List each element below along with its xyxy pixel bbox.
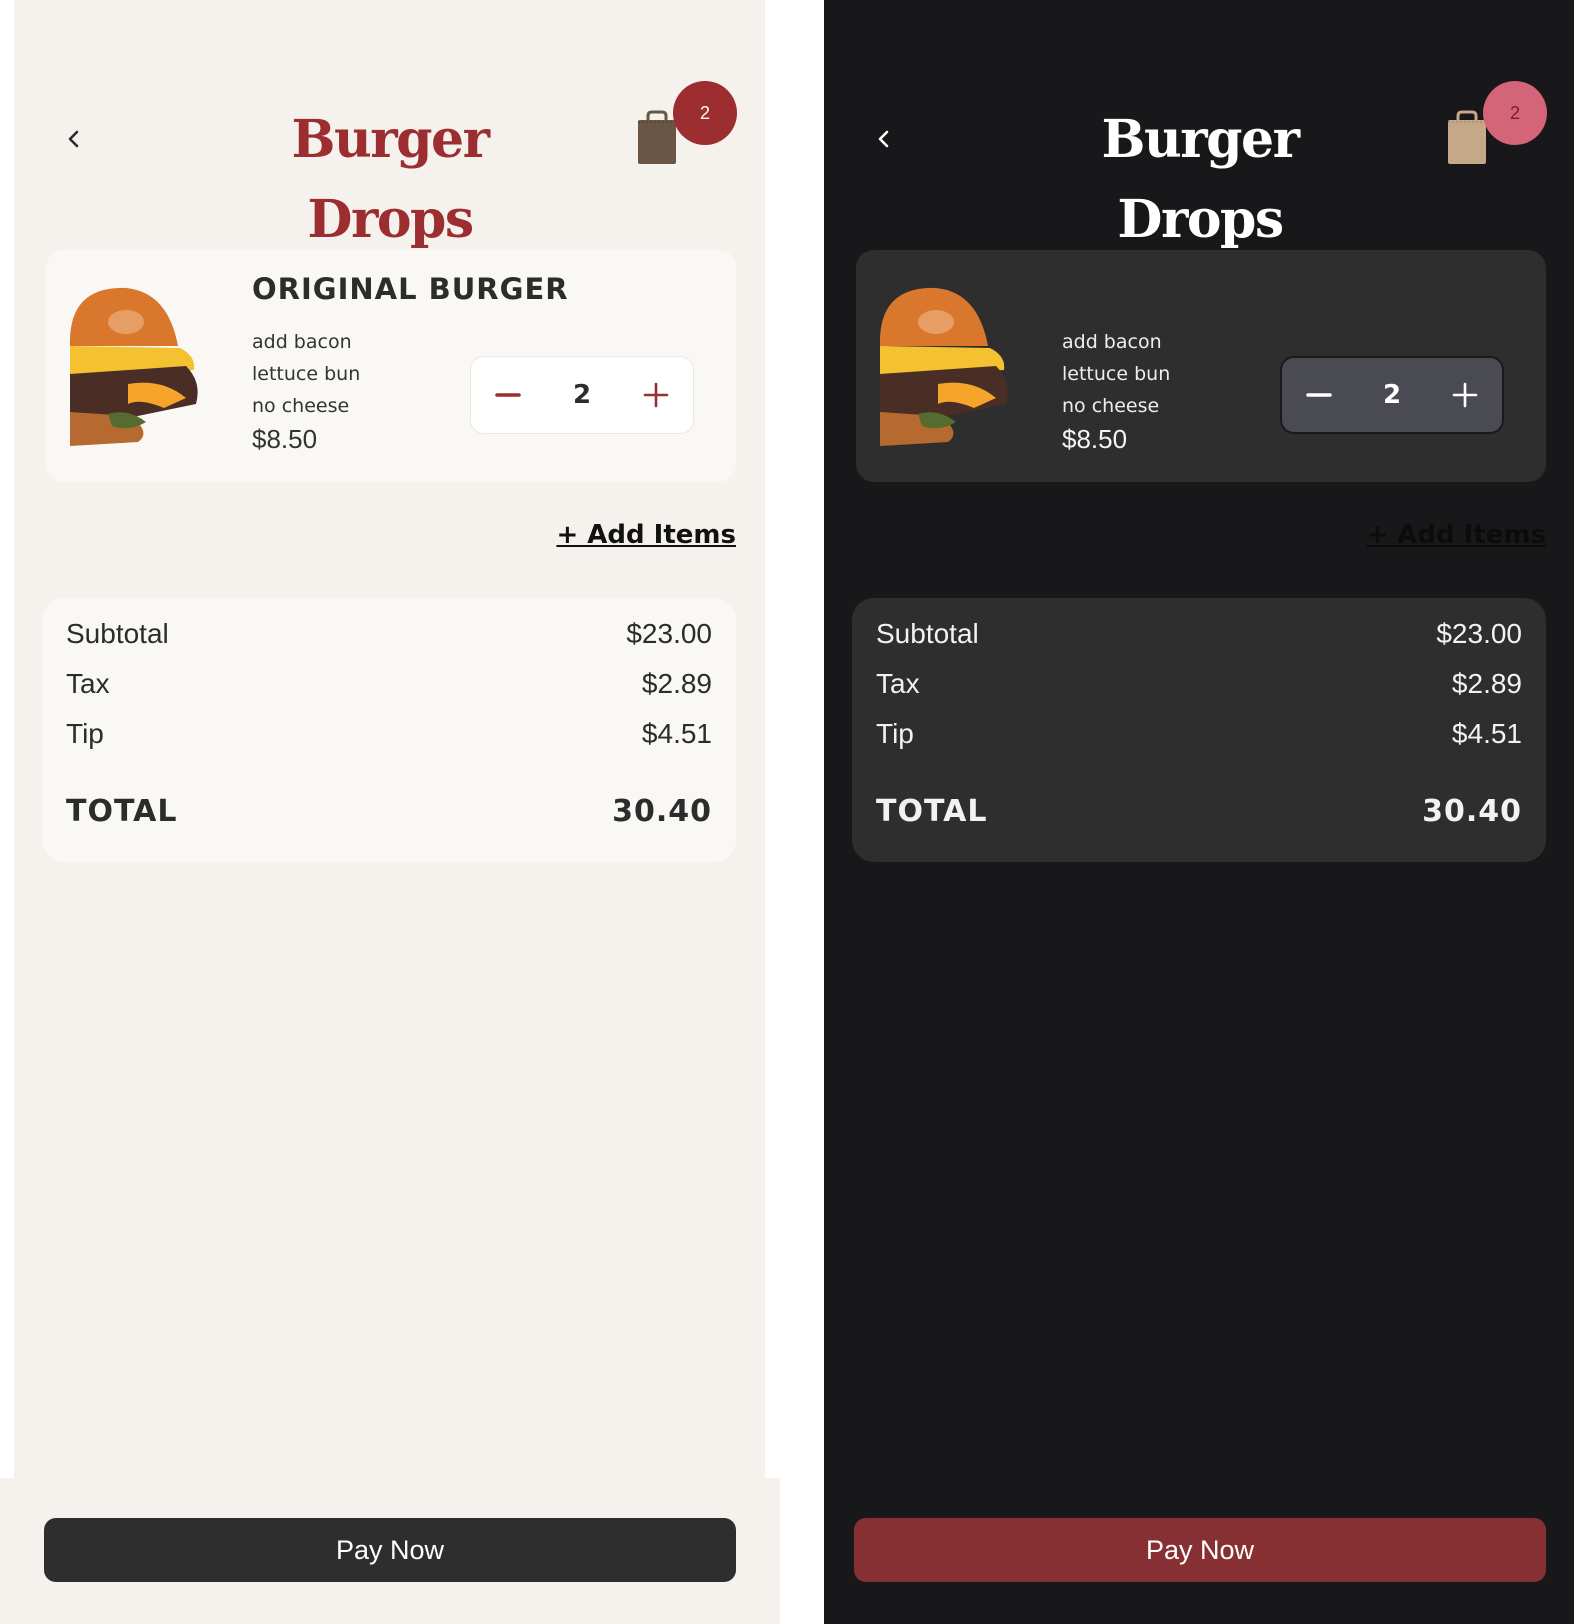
modifier-line: add bacon: [1062, 331, 1162, 353]
back-button[interactable]: [64, 126, 84, 152]
item-modifiers: add bacon lettuce bun no cheese: [1062, 326, 1170, 422]
shopping-bag-icon: [638, 110, 676, 164]
modifier-line: add bacon: [252, 331, 352, 353]
minus-icon: [495, 393, 521, 397]
plus-icon: [1452, 382, 1478, 408]
tip-row: Tip $4.51: [66, 718, 712, 750]
subtotal-label: Subtotal: [66, 618, 169, 649]
quantity-value: 2: [1382, 380, 1402, 410]
add-items-link[interactable]: + Add Items: [514, 520, 736, 550]
total-label: TOTAL: [66, 794, 178, 829]
pay-now-button[interactable]: Pay Now: [44, 1518, 736, 1582]
quantity-value: 2: [572, 380, 592, 410]
total-row: TOTAL 30.40: [876, 794, 1522, 829]
tax-label: Tax: [876, 668, 920, 699]
tip-label: Tip: [876, 718, 914, 749]
subtotal-value: $23.00: [626, 618, 712, 649]
add-items-link[interactable]: + Add Items: [1324, 520, 1546, 550]
cart-screen-dark: Burger Drops 2 ORIGINAL BURGER add bacon…: [824, 0, 1574, 1624]
tax-value: $2.89: [1451, 668, 1522, 699]
burger-image: [69, 287, 198, 446]
cart-item-card: ORIGINAL BURGER add bacon lettuce bun no…: [856, 250, 1546, 482]
brand-title: Burger Drops: [1101, 109, 1301, 250]
order-summary: Subtotal $23.00 Tax $2.89 Tip $4.51 TOTAL 30…: [852, 598, 1546, 862]
increase-quantity-button[interactable]: [1428, 358, 1502, 432]
total-label: TOTAL: [876, 794, 988, 829]
burger-image: [879, 287, 1008, 446]
subtotal-value: $23.00: [1436, 618, 1522, 649]
modifier-line: no cheese: [1062, 395, 1160, 417]
quantity-stepper: 2: [470, 356, 694, 434]
quantity-stepper: 2: [1280, 356, 1504, 434]
subtotal-row: Subtotal $23.00: [876, 618, 1522, 650]
cart-item-card: ORIGINAL BURGER add bacon lettuce bun no…: [46, 250, 736, 482]
brand-title: Burger Drops: [291, 109, 491, 250]
total-row: TOTAL 30.40: [66, 794, 712, 829]
tax-row: Tax $2.89: [876, 668, 1522, 700]
increase-quantity-button[interactable]: [619, 358, 693, 432]
tip-value: $4.51: [641, 718, 712, 749]
item-name: ORIGINAL BURGER: [252, 272, 569, 306]
order-summary: Subtotal $23.00 Tax $2.89 Tip $4.51 TOTAL 30…: [42, 598, 736, 862]
item-modifiers: add bacon lettuce bun no cheese: [252, 326, 360, 422]
item-price: $8.50: [1062, 424, 1128, 454]
modifier-line: lettuce bun: [252, 363, 361, 385]
cart-count-badge: 2: [673, 81, 737, 145]
tax-value: $2.89: [641, 668, 712, 699]
cart-count-badge: 2: [1483, 81, 1547, 145]
total-value: 30.40: [612, 794, 712, 829]
tip-row: Tip $4.51: [876, 718, 1522, 750]
back-button[interactable]: [874, 126, 894, 152]
plus-icon: [643, 382, 669, 408]
cart-button[interactable]: [1446, 110, 1488, 166]
minus-icon: [1306, 393, 1332, 397]
cart-screen-light: Burger Drops 2 ORIGINAL BURGER add bacon…: [14, 0, 765, 1624]
chevron-left-icon: [68, 130, 79, 148]
shopping-bag-icon: [1448, 110, 1486, 164]
tax-row: Tax $2.89: [66, 668, 712, 700]
total-value: 30.40: [1422, 794, 1522, 829]
subtotal-label: Subtotal: [876, 618, 979, 649]
subtotal-row: Subtotal $23.00: [66, 618, 712, 650]
cart-button[interactable]: [636, 110, 678, 166]
decrease-quantity-button[interactable]: [471, 358, 545, 432]
chevron-left-icon: [878, 130, 889, 148]
modifier-line: no cheese: [252, 395, 350, 417]
modifier-line: lettuce bun: [1062, 363, 1171, 385]
pay-now-button[interactable]: Pay Now: [854, 1518, 1546, 1582]
item-price: $8.50: [252, 424, 318, 454]
tip-value: $4.51: [1451, 718, 1522, 749]
tax-label: Tax: [66, 668, 110, 699]
tip-label: Tip: [66, 718, 104, 749]
decrease-quantity-button[interactable]: [1282, 358, 1356, 432]
